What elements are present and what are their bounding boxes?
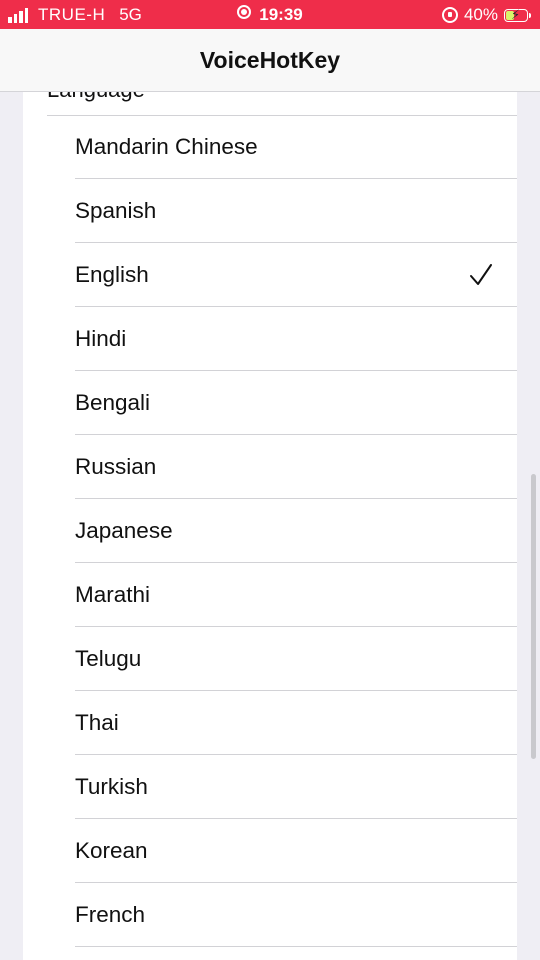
language-label: Russian (75, 453, 157, 479)
language-label: Marathi (75, 581, 151, 607)
language-label: Thai (75, 709, 119, 735)
language-row[interactable]: Hindi (75, 307, 517, 371)
language-row[interactable]: Thai (75, 691, 517, 755)
screen-recording-icon (237, 5, 252, 19)
language-list: Mandarin Chinese Spanish English Hindi Benga… (75, 115, 517, 947)
language-row[interactable]: Turkish (75, 755, 517, 819)
language-label: Korean (75, 837, 148, 863)
language-label: Spanish (75, 197, 157, 223)
language-label: Hindi (75, 325, 127, 351)
language-row[interactable]: Telugu (75, 627, 517, 691)
language-row[interactable]: Bengali (75, 371, 517, 435)
language-label: Telugu (75, 645, 142, 671)
clock: 19:39 (259, 5, 303, 24)
settings-scroll-view[interactable]: Language Mandarin ChineseSpanishEnglishH… (0, 29, 540, 960)
charging-bolt-icon: ⚡ (511, 6, 521, 22)
language-row[interactable]: Mandarin Chinese (75, 115, 517, 179)
language-row[interactable]: Marathi (75, 563, 517, 627)
language-row[interactable]: French (75, 883, 517, 947)
language-row[interactable]: Russian (75, 435, 517, 499)
navigation-bar: VoiceHotKey (0, 29, 540, 92)
language-row[interactable]: Korean (75, 819, 517, 883)
status-bar: TRUE-H 5G 19:39 40% ⚡ (0, 0, 540, 29)
language-label: Bengali (75, 389, 151, 415)
language-label: Mandarin Chinese (75, 133, 258, 159)
status-right: 40% ⚡ (441, 5, 531, 25)
language-row[interactable]: Japanese (75, 499, 517, 563)
checkmark-icon (470, 263, 492, 285)
rotation-lock-icon (441, 7, 458, 23)
nav-title: VoiceHotKey (199, 47, 341, 73)
language-label: French (75, 901, 146, 927)
battery-percent: 40% (463, 5, 498, 24)
language-row[interactable]: English (75, 243, 517, 307)
settings-card: Language Mandarin ChineseSpanishEnglishH… (23, 29, 517, 960)
language-label: Turkish (75, 773, 148, 799)
scroll-indicator[interactable] (531, 474, 536, 759)
language-label: English (75, 261, 149, 287)
language-row[interactable]: Spanish (75, 179, 517, 243)
language-label: Japanese (75, 517, 173, 543)
battery-icon: ⚡ (504, 6, 531, 22)
